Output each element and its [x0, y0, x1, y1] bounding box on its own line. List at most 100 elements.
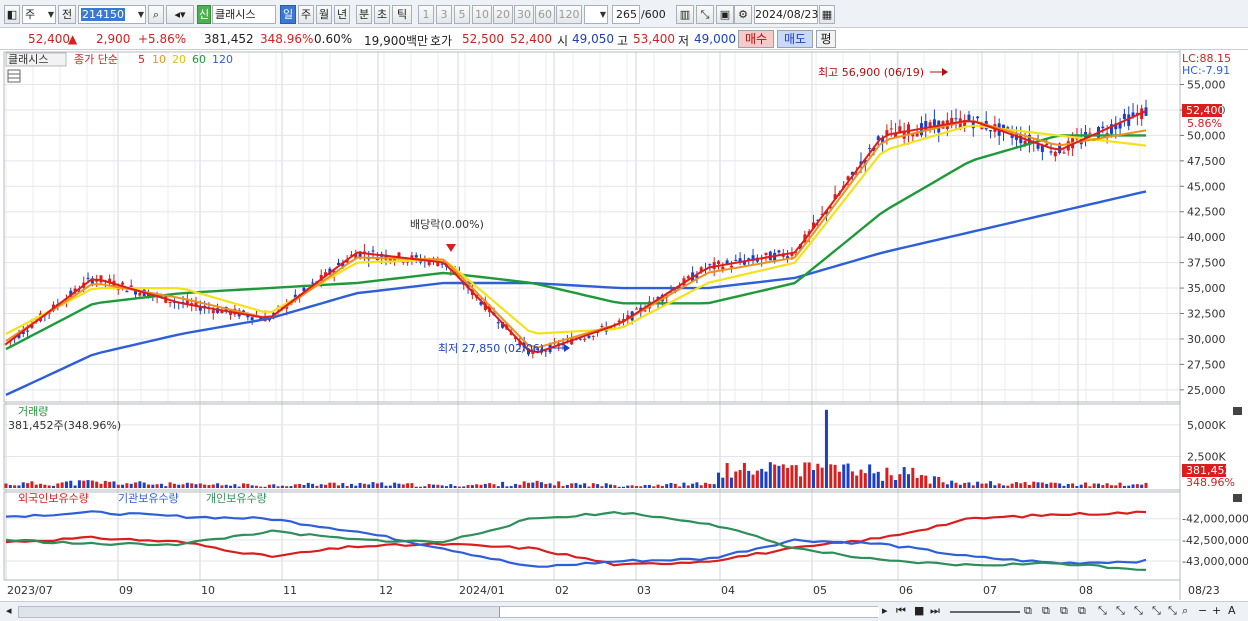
volume-bar — [980, 483, 984, 488]
period-tick-button[interactable]: 틱 — [392, 5, 412, 24]
zoom-in-icon[interactable]: + — [1212, 604, 1221, 617]
period-day-button[interactable]: 일 — [280, 5, 296, 24]
draw-tool-icon[interactable]: ⤡ — [696, 5, 714, 24]
count-input[interactable]: 265 — [612, 5, 640, 24]
volume-bar — [565, 484, 569, 488]
price-y-tick-label: 45,000 — [1187, 180, 1226, 193]
zoom-out-icon[interactable]: − — [1198, 604, 1207, 617]
prev-button[interactable]: 전 — [58, 5, 76, 24]
volume-bar — [708, 483, 712, 488]
period-year-button[interactable]: 년 — [334, 5, 350, 24]
chart-menu-icon[interactable]: ◧ — [4, 5, 20, 24]
volume-bar — [56, 483, 60, 488]
scrollbar-thumb[interactable] — [499, 607, 879, 617]
volume-bar — [108, 481, 112, 488]
legend-ma120: 120 — [212, 53, 233, 66]
calendar-icon[interactable]: ▦ — [819, 5, 835, 24]
period-second-button[interactable]: 초 — [374, 5, 390, 24]
volume-bar — [600, 486, 604, 488]
volume-bar — [647, 484, 651, 488]
font-size-icon[interactable]: A — [1228, 604, 1236, 617]
volume-bar — [388, 485, 392, 488]
draw-line-icon-3[interactable]: ⤡ — [1134, 604, 1143, 618]
layout-icon-4[interactable]: ⧉ — [1078, 604, 1086, 618]
zoom-slider[interactable] — [950, 611, 1020, 613]
date-input[interactable]: 2024/08/23 — [754, 5, 818, 24]
draw-line-icon-5[interactable]: ⤡ — [1168, 604, 1177, 618]
draw-line-icon-4[interactable]: ⤡ — [1152, 604, 1161, 618]
candle-body — [976, 116, 980, 119]
candle-body — [1105, 133, 1109, 135]
period-month-button[interactable]: 월 — [316, 5, 332, 24]
volume-bar — [393, 482, 397, 488]
price-y-tick-label: 40,000 — [1187, 231, 1226, 244]
scrollbar-track[interactable] — [18, 606, 879, 618]
layout-icon-1[interactable]: ⧉ — [1024, 604, 1032, 618]
last-page-icon[interactable]: ⏭ — [930, 604, 940, 618]
volume-bar — [846, 463, 850, 488]
interval-custom-select[interactable]: ▼ — [584, 5, 608, 24]
volume-bar — [678, 486, 682, 488]
save-icon[interactable]: ▣ — [716, 5, 734, 24]
stock-code-input[interactable]: 214150 ▼ — [78, 5, 146, 24]
interval-30-button[interactable]: 30 — [514, 5, 534, 24]
volume-panel-title: 거래량 — [18, 405, 48, 418]
volume-bar — [1144, 482, 1148, 488]
interval-3-button[interactable]: 3 — [436, 5, 452, 24]
sell-button[interactable]: 매도 — [777, 30, 813, 48]
candle-body — [311, 282, 315, 284]
buy-button[interactable]: 매수 — [738, 30, 774, 48]
gear-icon[interactable]: ⚙ — [734, 5, 752, 24]
volume-bar — [82, 480, 86, 488]
price-y-tick-label: 25,000 — [1187, 384, 1226, 397]
interval-20-button[interactable]: 20 — [493, 5, 513, 24]
period-week-button[interactable]: 주 — [298, 5, 314, 24]
volume-bar — [1010, 483, 1014, 488]
holding-panel-close-icon[interactable] — [1233, 494, 1242, 502]
search-icon[interactable]: ⌕ — [148, 5, 164, 24]
volume-bar — [894, 479, 898, 488]
x-axis-label: 12 — [379, 584, 393, 597]
eval-button[interactable]: 평 — [816, 30, 836, 48]
interval-60-button[interactable]: 60 — [535, 5, 555, 24]
interval-120-button[interactable]: 120 — [556, 5, 582, 24]
draw-line-icon-1[interactable]: ⤡ — [1098, 604, 1107, 618]
period-minute-button[interactable]: 분 — [356, 5, 372, 24]
layout-icon-2[interactable]: ⧉ — [1042, 604, 1050, 618]
draw-line-icon-2[interactable]: ⤡ — [1116, 604, 1125, 618]
volume-bar — [505, 486, 509, 488]
table-icon[interactable] — [7, 69, 21, 83]
volume-panel-close-icon[interactable] — [1233, 407, 1242, 415]
chart-type-icon[interactable]: ▥ — [676, 5, 694, 24]
volume-bar — [211, 484, 215, 488]
first-page-icon[interactable]: ⏮ — [896, 604, 906, 618]
layout-icon-3[interactable]: ⧉ — [1060, 604, 1068, 618]
interval-5-button[interactable]: 5 — [454, 5, 470, 24]
volume-bar — [945, 484, 949, 488]
price-panel-name: 클래시스 — [8, 53, 48, 66]
interval-10-button[interactable]: 10 — [472, 5, 492, 24]
zoom-search-icon[interactable]: ⌕ — [1182, 604, 1188, 618]
market-select[interactable]: 주 ▼ — [22, 5, 56, 24]
volume-bar — [673, 483, 677, 488]
volume-bar — [721, 477, 725, 488]
volume-bar — [367, 484, 371, 488]
volume-bar — [561, 486, 565, 488]
candle-body — [496, 322, 500, 324]
candle-body — [1088, 132, 1092, 134]
volume-bar — [596, 484, 600, 488]
volume-bar — [272, 484, 276, 488]
scroll-left-icon[interactable]: ◂ — [6, 604, 12, 617]
scroll-right-icon[interactable]: ▸ — [882, 604, 888, 617]
price-y-tick-label: 42,500 — [1187, 206, 1226, 219]
volume-bar — [462, 486, 466, 488]
stock-name-field[interactable]: 클래시스 — [212, 5, 276, 24]
volume-bar — [250, 485, 254, 488]
volume-bar — [557, 481, 561, 488]
stop-icon[interactable]: ■ — [914, 604, 924, 617]
sound-icon[interactable]: ◂▾ — [166, 5, 194, 24]
interval-1-button[interactable]: 1 — [418, 5, 434, 24]
volume-value: 381,452 — [204, 32, 254, 46]
volume-bar — [436, 484, 440, 488]
volume-bar — [220, 485, 224, 488]
